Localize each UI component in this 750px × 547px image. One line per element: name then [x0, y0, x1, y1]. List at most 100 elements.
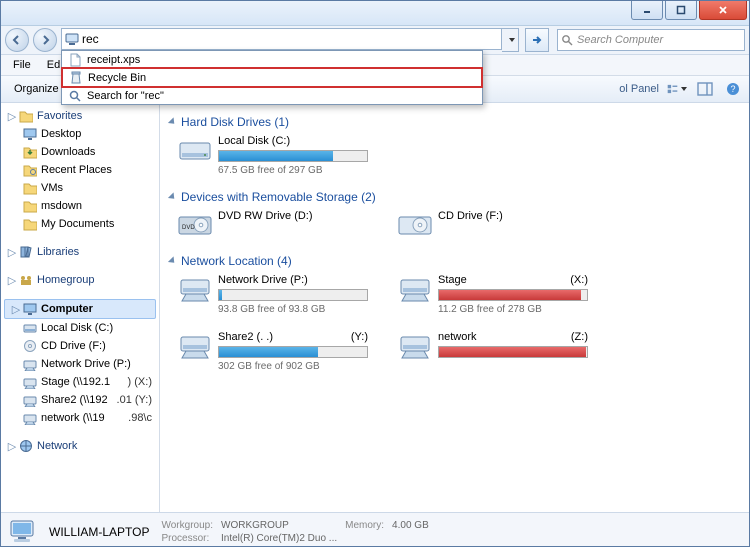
content-pane: Hard Disk Drives (1) Local Disk (C:) 67.5 … [160, 103, 749, 512]
preview-pane-button[interactable] [695, 79, 715, 99]
drive-item[interactable]: Network Drive (P:)93.8 GB free of 93.8 G… [178, 274, 368, 315]
recent-icon [23, 163, 37, 177]
nav-section-computer[interactable]: ▷Computer [4, 299, 156, 319]
drive-name: DVD RW Drive (D:) [218, 210, 368, 222]
go-refresh-button[interactable] [525, 28, 549, 52]
status-key: Workgroup: [161, 520, 219, 531]
svg-text:?: ? [730, 84, 735, 94]
nav-item-label: Downloads [41, 146, 95, 158]
nav-item-label: VMs [41, 182, 63, 194]
cd-icon [398, 210, 432, 240]
status-value: Intel(R) Core(TM)2 Duo ... [221, 533, 343, 544]
search-placeholder: Search Computer [577, 34, 663, 46]
toolbar-text-fragment[interactable]: ol Panel [619, 83, 659, 95]
group-header[interactable]: Network Location (4) [170, 254, 739, 268]
collapse-icon [168, 192, 177, 201]
status-key: Memory: [345, 520, 390, 531]
drive-item[interactable]: CD Drive (F:) [398, 210, 588, 240]
net-icon [23, 375, 37, 389]
nav-item[interactable]: network (\\19.98\c [1, 409, 159, 427]
forward-button[interactable] [33, 28, 57, 52]
address-suggestion[interactable]: receipt.xps [62, 51, 482, 68]
nav-item[interactable]: Recent Places [1, 161, 159, 179]
drive-name: Local Disk (C:) [218, 135, 368, 147]
nav-item[interactable]: msdown [1, 197, 159, 215]
nav-item[interactable]: Network Drive (P:) [1, 355, 159, 373]
maximize-button[interactable] [665, 1, 697, 20]
back-button[interactable] [5, 28, 29, 52]
expand-icon: ▷ [7, 246, 17, 259]
group-title: Devices with Removable Storage (2) [181, 190, 376, 204]
free-space-label: 67.5 GB free of 297 GB [218, 165, 368, 176]
file-icon [68, 53, 82, 67]
address-suggestion[interactable]: Search for "rec" [62, 87, 482, 104]
status-value: WORKGROUP [221, 520, 343, 531]
nav-item-tail: ) (X:) [128, 376, 155, 388]
expand-icon: ▷ [11, 303, 21, 316]
group-items: Network Drive (P:)93.8 GB free of 93.8 G… [178, 274, 739, 372]
drive-item[interactable]: DVD DVD RW Drive (D:) [178, 210, 368, 240]
nav-section-favorites[interactable]: ▷Favorites [1, 107, 159, 125]
address-input[interactable] [82, 32, 498, 46]
hdd-icon [23, 321, 37, 335]
nav-item[interactable]: Local Disk (C:) [1, 319, 159, 337]
status-key: Processor: [161, 533, 219, 544]
free-space-label: 302 GB free of 902 GB [218, 361, 368, 372]
address-dropdown-button[interactable] [502, 28, 519, 52]
drive-item[interactable]: Share2 (. .)(Y:)302 GB free of 902 GB [178, 331, 368, 372]
nav-section-libraries[interactable]: ▷Libraries [1, 243, 159, 261]
free-space-label: 11.2 GB free of 278 GB [438, 304, 588, 315]
group-header[interactable]: Devices with Removable Storage (2) [170, 190, 739, 204]
nav-item[interactable]: Downloads [1, 143, 159, 161]
drive-item[interactable]: Local Disk (C:) 67.5 GB free of 297 GB [178, 135, 368, 176]
expand-icon: ▷ [7, 274, 17, 287]
address-bar[interactable] [61, 28, 502, 50]
capacity-bar [438, 346, 588, 358]
address-suggestion[interactable]: Recycle Bin [61, 67, 483, 88]
nav-item[interactable]: VMs [1, 179, 159, 197]
capacity-bar [218, 289, 368, 301]
help-button[interactable]: ? [723, 79, 743, 99]
drive-item[interactable]: network(Z:) [398, 331, 588, 372]
nav-item[interactable]: Share2 (\\192.01 (Y:) [1, 391, 159, 409]
chevron-down-icon [509, 38, 515, 42]
nav-section-network[interactable]: ▷Network [1, 437, 159, 455]
net-icon [398, 274, 432, 304]
suggestion-label: Recycle Bin [88, 72, 146, 84]
drive-item[interactable]: Stage(X:)11.2 GB free of 278 GB [398, 274, 588, 315]
dvd-icon: DVD [178, 210, 212, 240]
titlebar [1, 1, 749, 26]
view-options-button[interactable] [667, 79, 687, 99]
computer-icon [65, 32, 79, 46]
group-header[interactable]: Hard Disk Drives (1) [170, 115, 739, 129]
net-icon [23, 393, 37, 407]
capacity-bar [218, 150, 368, 162]
nav-item[interactable]: My Documents [1, 215, 159, 233]
cd-icon [23, 339, 37, 353]
status-key [345, 533, 390, 544]
computer-name: WILLIAM-LAPTOP [49, 525, 149, 539]
minimize-button[interactable] [631, 1, 663, 20]
search-box[interactable]: Search Computer [557, 29, 745, 51]
capacity-bar [438, 289, 588, 301]
nav-section-homegroup[interactable]: ▷Homegroup [1, 271, 159, 289]
group-title: Network Location (4) [181, 254, 292, 268]
nav-item-label: CD Drive (F:) [41, 340, 106, 352]
collapse-icon [168, 117, 177, 126]
nav-item[interactable]: Stage (\\192.1) (X:) [1, 373, 159, 391]
body: ▷FavoritesDesktop Downloads Recent Places V… [1, 103, 749, 512]
download-icon [23, 145, 37, 159]
group-title: Hard Disk Drives (1) [181, 115, 289, 129]
explorer-window: receipt.xps Recycle Bin Search for "rec" S… [0, 0, 750, 547]
suggestion-label: Search for "rec" [87, 90, 164, 102]
status-value [392, 533, 435, 544]
menu-file[interactable]: File [5, 57, 39, 73]
netloc-icon [19, 439, 33, 453]
computer-icon [9, 518, 39, 546]
close-button[interactable] [699, 1, 747, 20]
bin-icon [69, 71, 83, 85]
lib-icon [19, 245, 33, 259]
nav-item[interactable]: CD Drive (F:) [1, 337, 159, 355]
nav-item[interactable]: Desktop [1, 125, 159, 143]
net-icon [23, 357, 37, 371]
